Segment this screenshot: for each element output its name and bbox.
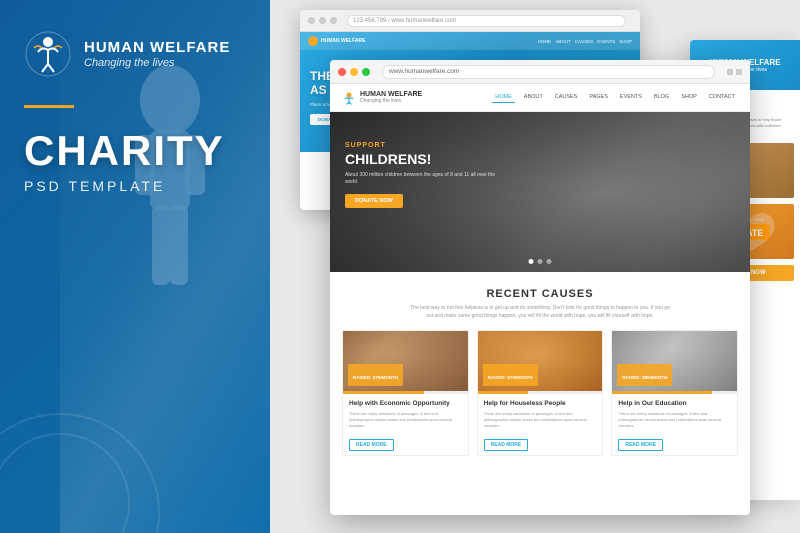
top-url-bar[interactable]: 123.456.789 / www.humanwelfare.com — [347, 15, 626, 27]
site-hero-subtext: About 200 million children between the a… — [345, 172, 505, 186]
cause-title-2: Help for Houseless People — [484, 400, 597, 408]
cause-card-2: RAISED: $70/MONTH Help for Houseless Peo… — [477, 330, 604, 456]
site-nav-home[interactable]: HOME — [492, 92, 515, 103]
site-nav-pages[interactable]: PAGES — [586, 92, 611, 103]
brand-text: HUMAN WELFARE Changing the lives — [84, 39, 230, 69]
cause-raised-text-3: RAISED: $85/MONTH — [622, 375, 667, 380]
hero-dot-1[interactable] — [529, 259, 534, 264]
hero-dot-3[interactable] — [547, 259, 552, 264]
right-area: 123.456.789 / www.humanwelfare.com HUMAN… — [270, 0, 800, 533]
sub-title: PSD TEMPLATE — [24, 178, 225, 194]
hero-dot-2[interactable] — [538, 259, 543, 264]
top-logo-area: HUMAN WELFARE — [308, 36, 365, 46]
site-hero-tag: SUPPORT — [345, 142, 505, 149]
cause-raised-badge-1: RAISED: $75/MONTH — [348, 364, 403, 386]
site-nav-about[interactable]: ABOUT — [521, 92, 546, 103]
main-url-text: www.humanwelfare.com — [389, 68, 459, 75]
cause-raised-text-2: RAISED: $70/MONTH — [488, 375, 533, 380]
browser-dot-2 — [319, 17, 326, 24]
site-nav-shop[interactable]: SHOP — [678, 92, 700, 103]
main-browser-bar: www.humanwelfare.com — [330, 60, 750, 84]
site-nav: HOME ABOUT CAUSES PAGES EVENTS BLOG SHOP… — [492, 92, 738, 103]
recent-causes-subtitle: The best way to not feel helpless is to … — [410, 305, 670, 320]
cause-info-1: Help with Economic Opportunity There are… — [343, 394, 468, 455]
recent-causes-section: RECENT CAUSES The best way to not feel h… — [330, 272, 750, 466]
site-nav-events[interactable]: EVENTS — [617, 92, 645, 103]
top-logo-icon — [308, 36, 318, 46]
site-hero-cta-btn[interactable]: DONATE NOW — [345, 194, 403, 208]
site-header: HUMAN WELFARE Changing the lives HOME AB… — [330, 84, 750, 112]
site-header-logo: HUMAN WELFARE Changing the lives — [342, 91, 422, 105]
brand-logo — [24, 30, 72, 78]
hero-carousel-dots — [529, 259, 552, 264]
divider-line — [24, 105, 74, 108]
cause-raised-badge-3: RAISED: $85/MONTH — [617, 364, 672, 386]
browser-max-dot — [362, 68, 370, 76]
cause-desc-1: There are many variations of passages. A… — [349, 411, 462, 428]
main-url-bar[interactable]: www.humanwelfare.com — [382, 65, 715, 79]
cause-read-more-3[interactable]: READ MORE — [618, 439, 663, 451]
site-nav-causes[interactable]: CAUSES — [552, 92, 581, 103]
site-brand-name: HUMAN WELFARE — [360, 91, 422, 99]
top-browser-bar: 123.456.789 / www.humanwelfare.com — [300, 10, 640, 32]
cause-title-1: Help with Economic Opportunity — [349, 400, 462, 408]
site-hero: SUPPORT CHILDRENS! About 200 million chi… — [330, 112, 750, 272]
recent-causes-title: RECENT CAUSES — [342, 288, 738, 300]
site-nav-contact[interactable]: CONTACT — [706, 92, 738, 103]
main-nav-icons — [727, 69, 742, 75]
main-title: CHARITY — [24, 130, 225, 172]
svg-text:GIVE: GIVE — [755, 217, 765, 222]
top-brand-name: HUMAN WELFARE — [321, 38, 365, 44]
nav-icon-1 — [727, 69, 733, 75]
cause-info-3: Help in Our Education There are many var… — [612, 394, 737, 455]
top-nav-events[interactable]: EVENTS — [597, 39, 615, 44]
top-site-nav: HUMAN WELFARE HOME ABOUT CAUSES EVENTS S… — [300, 32, 640, 50]
browser-dot-1 — [308, 17, 315, 24]
top-nav-links: HOME ABOUT CAUSES EVENTS SHOP — [538, 39, 632, 44]
site-header-logo-icon — [342, 91, 356, 105]
top-nav-shop[interactable]: SHOP — [619, 39, 632, 44]
top-url-text: 123.456.789 / www.humanwelfare.com — [353, 18, 456, 24]
brand-tagline: Changing the lives — [84, 57, 230, 69]
browser-close-dot — [338, 68, 346, 76]
site-brand-tagline: Changing the lives — [360, 98, 422, 104]
cause-card-3: RAISED: $85/MONTH Help in Our Education … — [611, 330, 738, 456]
cause-desc-3: There are many variations of passages. A… — [618, 411, 731, 428]
cause-image-3: RAISED: $85/MONTH — [612, 331, 737, 391]
main-browser-mockup: www.humanwelfare.com HUMAN — [330, 60, 750, 515]
browser-dot-3 — [330, 17, 337, 24]
main-title-area: CHARITY PSD TEMPLATE — [24, 130, 225, 194]
cause-read-more-2[interactable]: READ MORE — [484, 439, 529, 451]
site-hero-text: SUPPORT CHILDRENS! About 200 million chi… — [345, 142, 505, 208]
child-figure — [80, 40, 260, 420]
brand-area: HUMAN WELFARE Changing the lives — [24, 30, 230, 78]
left-panel: HUMAN WELFARE Changing the lives CHARITY… — [0, 0, 270, 533]
cause-image-2: RAISED: $70/MONTH — [478, 331, 603, 391]
site-hero-heading: CHILDRENS! — [345, 151, 505, 168]
site-nav-blog[interactable]: BLOG — [651, 92, 672, 103]
cause-info-2: Help for Houseless People There are many… — [478, 394, 603, 455]
causes-grid: RAISED: $75/MONTH Help with Economic Opp… — [342, 330, 738, 456]
site-header-brand: HUMAN WELFARE Changing the lives — [360, 91, 422, 105]
browser-min-dot — [350, 68, 358, 76]
brand-name: HUMAN WELFARE — [84, 39, 230, 57]
top-nav-causes[interactable]: CAUSES — [575, 39, 594, 44]
cause-read-more-1[interactable]: READ MORE — [349, 439, 394, 451]
top-nav-about[interactable]: ABOUT — [555, 39, 571, 44]
cause-raised-text-1: RAISED: $75/MONTH — [353, 375, 398, 380]
cause-title-3: Help in Our Education — [618, 400, 731, 408]
top-nav-home[interactable]: HOME — [538, 39, 552, 44]
cause-image-1: RAISED: $75/MONTH — [343, 331, 468, 391]
cause-card-1: RAISED: $75/MONTH Help with Economic Opp… — [342, 330, 469, 456]
cause-desc-2: There are many variations of passages. A… — [484, 411, 597, 428]
cause-raised-badge-2: RAISED: $70/MONTH — [483, 364, 538, 386]
nav-icon-2 — [736, 69, 742, 75]
